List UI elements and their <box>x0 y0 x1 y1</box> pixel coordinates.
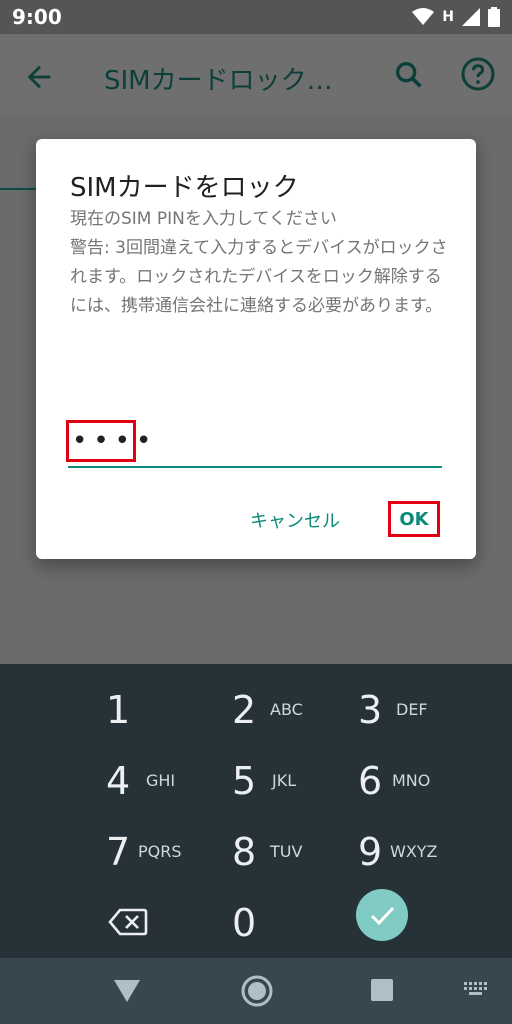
signal-icon <box>462 8 480 26</box>
cancel-button[interactable]: キャンセル <box>250 507 340 533</box>
network-type-label: H <box>442 9 454 25</box>
search-icon[interactable] <box>392 58 426 92</box>
ok-button[interactable]: OK <box>388 501 440 537</box>
key-6[interactable]: 6 MNO <box>358 761 512 831</box>
keyboard-switch-icon[interactable] <box>462 980 490 1000</box>
page-title: SIMカードロック… <box>104 66 333 96</box>
key-digit: 1 <box>106 688 131 732</box>
key-letters: WXYZ <box>390 842 438 861</box>
background-divider <box>0 188 40 190</box>
key-letters: DEF <box>396 700 428 719</box>
navigation-bar <box>0 958 512 1024</box>
battery-icon <box>488 7 500 27</box>
key-letters: TUV <box>270 842 303 861</box>
wifi-icon <box>412 8 435 25</box>
numeric-keypad: 1 2 ABC 3 DEF 4 GHI 5 JKL 6 MNO 7 PQRS 8… <box>0 664 512 958</box>
key-letters: GHI <box>146 771 176 790</box>
enter-key[interactable] <box>356 889 408 941</box>
key-digit: 2 <box>232 688 257 732</box>
key-letters: JKL <box>272 771 297 790</box>
dialog-message: 現在のSIM PINを入力してください 警告: 3回間違えて入力するとデバイスが… <box>70 209 448 316</box>
dialog-title: SIMカードをロック <box>70 173 299 203</box>
key-digit: 7 <box>106 830 131 874</box>
key-digit: 3 <box>358 688 383 732</box>
key-letters: MNO <box>392 771 431 790</box>
key-digit: 4 <box>106 759 131 803</box>
check-icon <box>370 906 395 926</box>
key-digit: 6 <box>358 759 383 803</box>
status-icons: H <box>412 0 500 34</box>
key-letters: ABC <box>270 700 303 719</box>
key-digit: 8 <box>232 830 257 874</box>
key-3[interactable]: 3 DEF <box>358 690 512 760</box>
nav-back-icon[interactable] <box>114 980 140 1002</box>
pin-underline <box>68 466 442 468</box>
app-bar: SIMカードロック… <box>0 34 512 116</box>
sim-lock-dialog: SIMカードをロック 現在のSIM PINを入力してください 警告: 3回間違え… <box>36 139 476 559</box>
key-digit: 0 <box>232 901 257 945</box>
pin-highlight-box <box>66 420 136 462</box>
pin-input-field[interactable]: •••• <box>66 420 442 469</box>
nav-recents-icon[interactable] <box>370 978 394 1002</box>
backspace-icon[interactable] <box>108 907 148 937</box>
nav-home-icon[interactable] <box>240 974 274 1008</box>
status-time: 9:00 <box>12 5 62 29</box>
help-icon[interactable] <box>460 56 496 92</box>
key-digit: 5 <box>232 759 257 803</box>
key-digit: 9 <box>358 830 383 874</box>
back-arrow-icon[interactable] <box>22 60 56 94</box>
key-letters: PQRS <box>138 842 182 861</box>
status-bar: 9:00 H <box>0 0 512 34</box>
